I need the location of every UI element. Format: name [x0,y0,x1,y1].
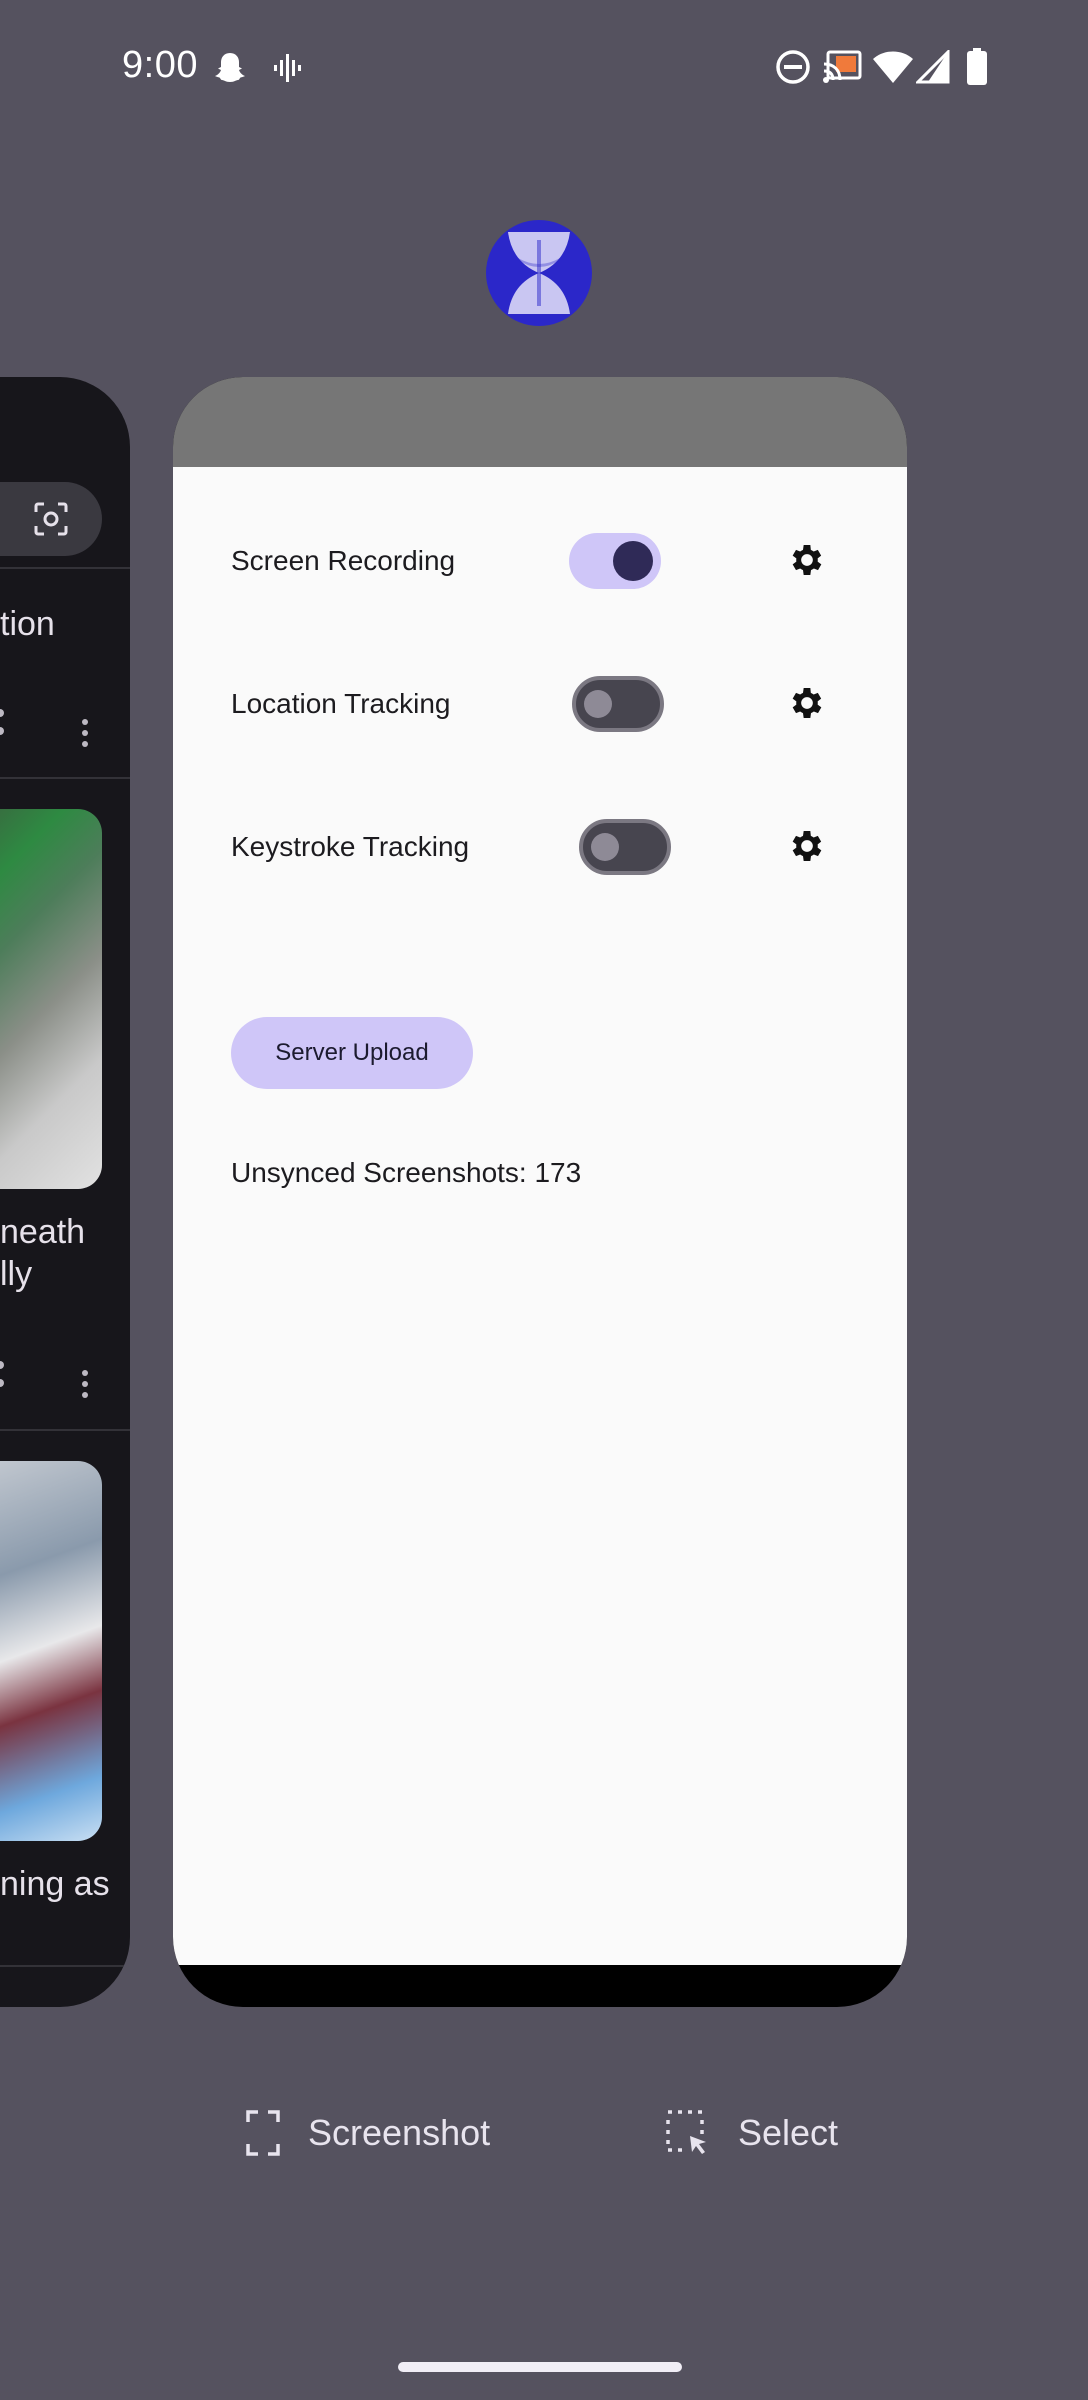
article-title-snippet: neath [0,1213,86,1251]
gear-icon[interactable] [787,540,827,580]
divider [0,567,130,569]
divider [0,777,130,779]
setting-row-location-tracking: Location Tracking [173,670,907,740]
select-label: Select [738,2112,839,2153]
cast-icon [823,50,862,83]
select-icon [666,2110,706,2154]
wifi-icon [873,51,913,83]
voice-activity-icon [274,54,301,82]
setting-label: Location Tracking [231,688,451,719]
more-options-icon [82,719,88,752]
battery-icon [967,48,987,85]
keystroke-tracking-toggle[interactable] [579,819,671,875]
setting-label: Keystroke Tracking [231,831,470,862]
screenshot-button[interactable]: Screenshot [246,2103,490,2163]
do-not-disturb-icon [776,50,810,84]
clock: 9:00 [122,44,198,86]
article-title-snippet: ning as [0,1865,110,1903]
share-icon [0,709,4,735]
setting-row-screen-recording: Screen Recording [173,527,907,597]
server-upload-button[interactable]: Server Upload [231,1017,473,1089]
status-bar: 9:00 [0,0,1088,130]
article-image [0,809,102,1189]
article-title-snippet: lly [0,1255,33,1293]
gear-icon[interactable] [787,683,827,723]
unsynced-screenshots-count: Unsynced Screenshots: 173 [231,1157,582,1188]
share-icon [0,1361,4,1387]
screenshot-label: Screenshot [308,2112,491,2153]
screen-recording-toggle[interactable] [569,533,661,589]
background-app-card[interactable]: tion neath lly ning as [0,377,130,2007]
lens-icon [34,502,68,536]
app-content: Screen Recording Location Tracking Keyst… [173,467,907,1965]
setting-label: Screen Recording [231,545,456,576]
snapchat-icon [215,53,245,82]
divider [0,1429,130,1431]
location-tracking-toggle[interactable] [572,676,664,732]
setting-row-keystroke-tracking: Keystroke Tracking [173,813,907,883]
screenshot-icon [246,2110,280,2156]
cellular-icon [916,50,950,84]
lens-button [0,482,102,556]
gear-icon[interactable] [787,826,827,866]
app-preview-card[interactable]: Screen Recording Location Tracking Keyst… [173,377,907,2007]
app-icon[interactable] [486,220,592,326]
article-image [0,1461,102,1841]
divider [0,1965,130,1967]
navigation-handle[interactable] [398,2362,682,2372]
select-button[interactable]: Select [666,2103,838,2163]
more-options-icon [82,1370,88,1403]
article-title-snippet: tion [0,605,55,643]
app-bar [173,377,907,467]
